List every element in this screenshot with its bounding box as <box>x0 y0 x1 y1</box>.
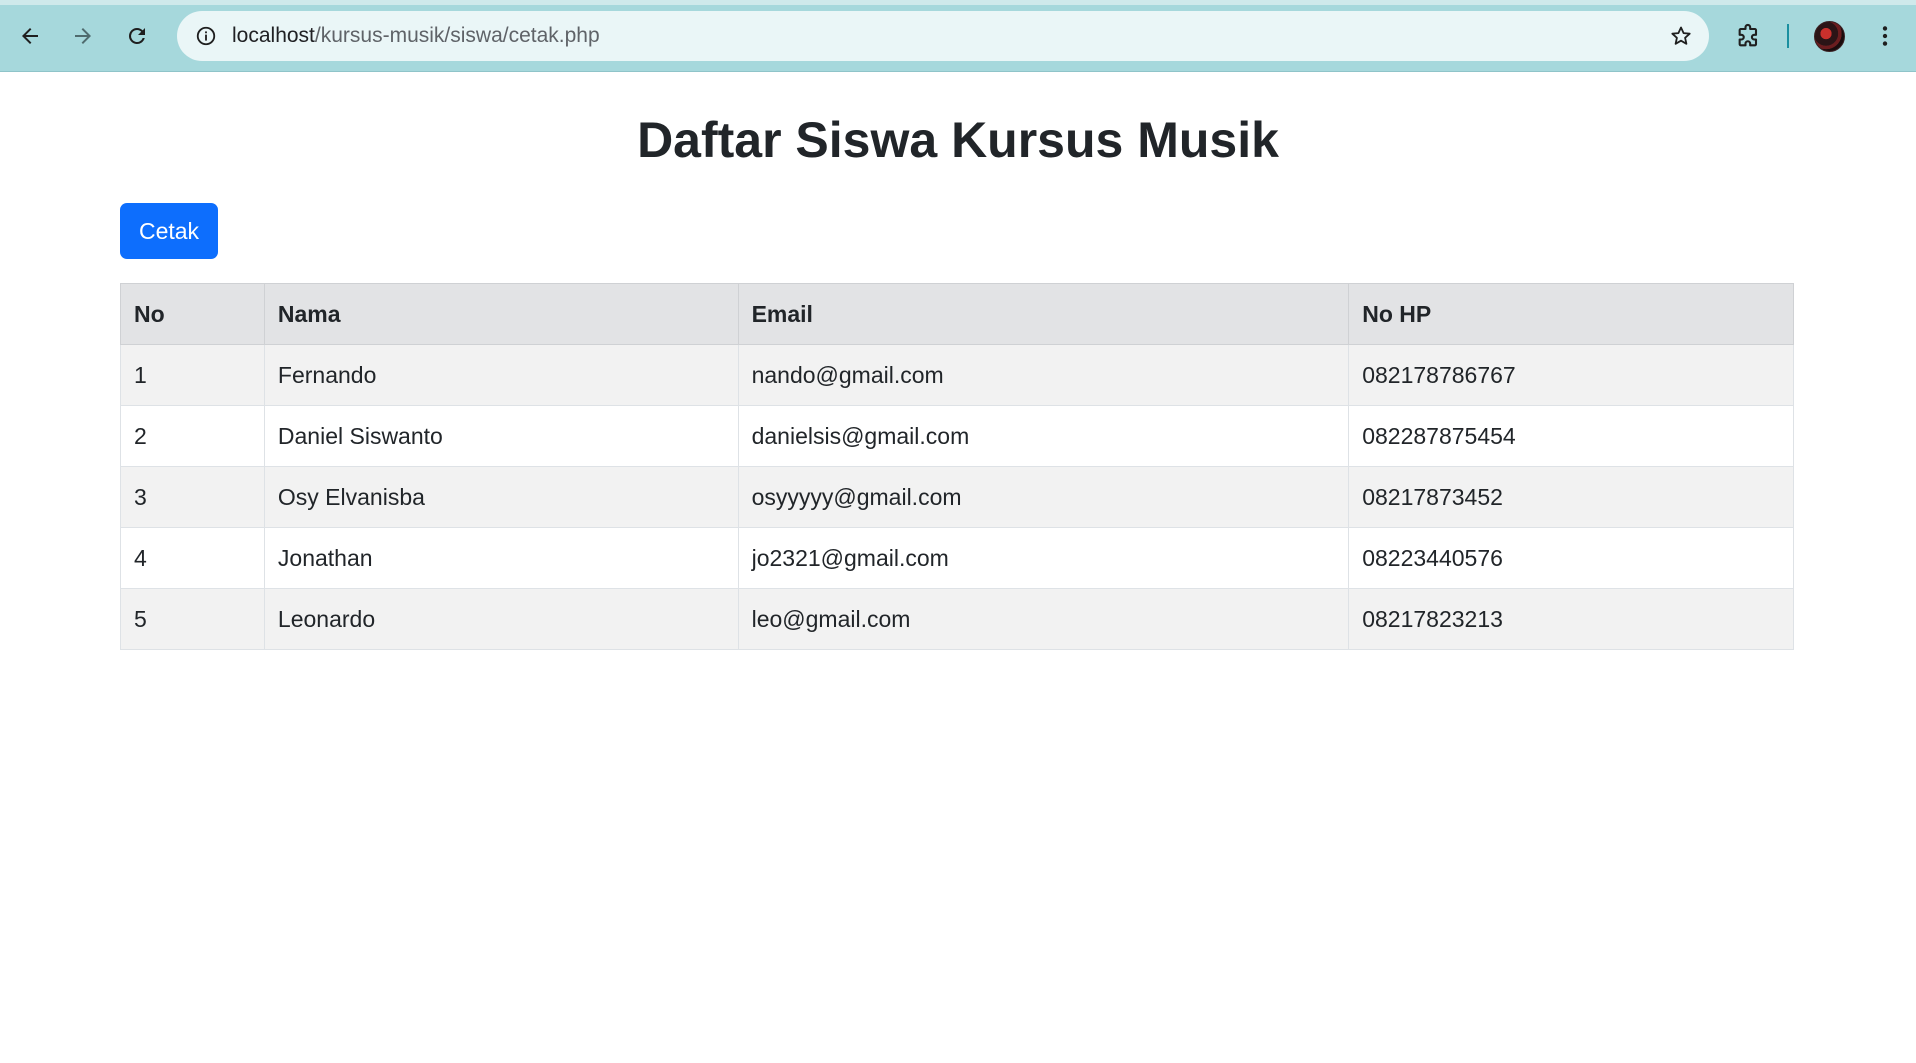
column-header-no-hp: No HP <box>1348 283 1794 345</box>
address-bar[interactable]: localhost/kursus-musik/siswa/cetak.php <box>177 11 1709 61</box>
cell-email: danielsis@gmail.com <box>737 405 1350 467</box>
url-host: localhost <box>232 24 315 47</box>
profile-avatar[interactable] <box>1814 21 1845 52</box>
column-header-nama: Nama <box>263 283 739 345</box>
more-menu-icon <box>1882 26 1888 46</box>
toolbar-separator <box>1787 24 1789 48</box>
table-row: 5 Leonardo leo@gmail.com 08217823213 <box>120 588 1794 650</box>
cell-no-hp: 08217873452 <box>1348 466 1794 528</box>
column-header-no: No <box>120 283 265 345</box>
cell-email: jo2321@gmail.com <box>737 527 1350 589</box>
cell-email: osyyyyy@gmail.com <box>737 466 1350 528</box>
more-menu-button[interactable] <box>1870 20 1900 52</box>
url-path: /kursus-musik/siswa/cetak.php <box>314 24 600 47</box>
back-button[interactable] <box>11 17 49 55</box>
cell-no: 4 <box>120 527 265 589</box>
cell-nama: Osy Elvanisba <box>263 466 739 528</box>
site-info-button[interactable] <box>189 19 223 53</box>
bookmark-button[interactable] <box>1667 22 1695 50</box>
cell-no-hp: 08217823213 <box>1348 588 1794 650</box>
print-button[interactable]: Cetak <box>120 203 218 259</box>
cell-no-hp: 08223440576 <box>1348 527 1794 589</box>
page-title: Daftar Siswa Kursus Musik <box>637 112 1279 168</box>
cell-no: 3 <box>120 466 265 528</box>
cell-no: 2 <box>120 405 265 467</box>
cell-nama: Leonardo <box>263 588 739 650</box>
cell-email: leo@gmail.com <box>737 588 1350 650</box>
browser-toolbar: localhost/kursus-musik/siswa/cetak.php <box>0 0 1916 72</box>
reload-icon <box>129 27 145 44</box>
table-row: 3 Osy Elvanisba osyyyyy@gmail.com 082178… <box>120 466 1794 528</box>
table-row: 2 Daniel Siswanto danielsis@gmail.com 08… <box>120 405 1794 467</box>
cell-no-hp: 082178786767 <box>1348 344 1794 406</box>
site-info-icon <box>196 26 216 46</box>
forward-button[interactable] <box>64 17 102 55</box>
table-header-row: No Nama Email No HP <box>120 283 1794 345</box>
student-table: No Nama Email No HP 1 Fernando nando@gma… <box>120 283 1794 650</box>
extensions-button[interactable] <box>1733 20 1765 52</box>
reload-button[interactable] <box>118 17 156 55</box>
table-row: 4 Jonathan jo2321@gmail.com 08223440576 <box>120 527 1794 589</box>
cell-nama: Jonathan <box>263 527 739 589</box>
cell-no: 5 <box>120 588 265 650</box>
bookmark-star-icon <box>1671 26 1691 45</box>
forward-icon <box>75 28 91 44</box>
cell-no-hp: 082287875454 <box>1348 405 1794 467</box>
table-row: 1 Fernando nando@gmail.com 082178786767 <box>120 344 1794 406</box>
cell-email: nando@gmail.com <box>737 344 1350 406</box>
cell-no: 1 <box>120 344 265 406</box>
cell-nama: Fernando <box>263 344 739 406</box>
extensions-icon <box>1738 23 1758 47</box>
column-header-email: Email <box>737 283 1350 345</box>
url-text[interactable]: localhost/kursus-musik/siswa/cetak.php <box>232 24 600 48</box>
cell-nama: Daniel Siswanto <box>263 405 739 467</box>
tab-strip-edge <box>0 0 1916 5</box>
back-icon <box>22 28 38 44</box>
